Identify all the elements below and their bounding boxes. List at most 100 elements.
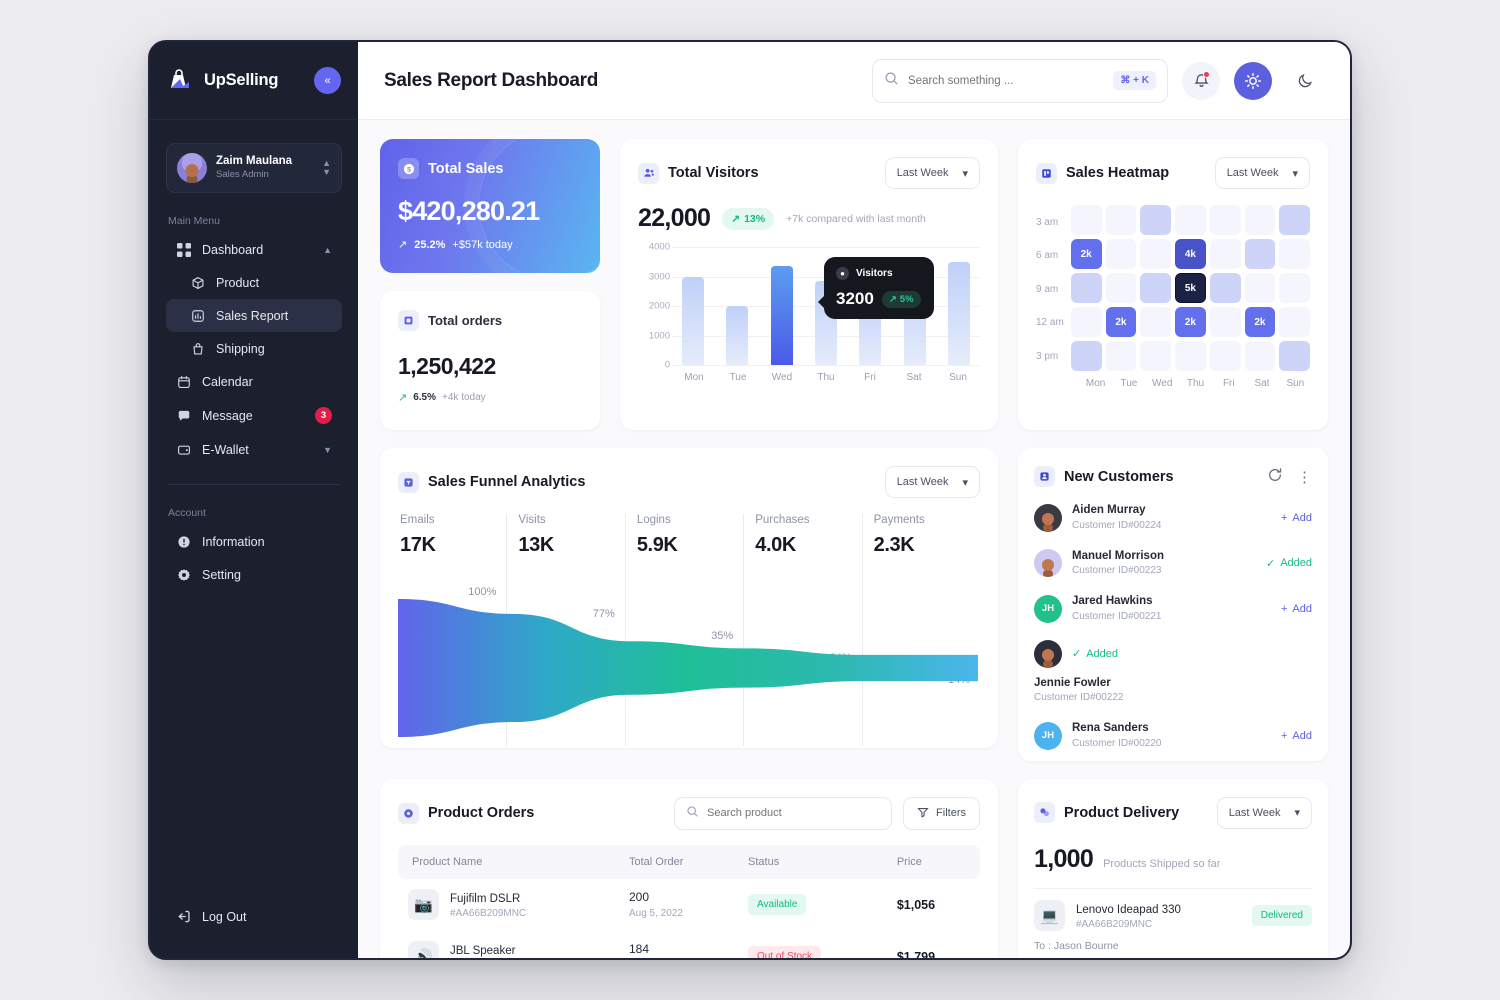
logout-button[interactable]: Log Out <box>166 900 342 933</box>
added-label: Added <box>1280 557 1312 569</box>
heatmap-cell[interactable] <box>1175 205 1206 235</box>
heatmap-cell[interactable] <box>1140 341 1171 371</box>
bar[interactable] <box>948 262 970 365</box>
heatmap-cell[interactable] <box>1279 239 1310 269</box>
sidebar-item-setting[interactable]: Setting <box>166 558 342 591</box>
customer-row[interactable]: Jennie FowlerCustomer ID#00222✓Added <box>1034 640 1312 706</box>
refresh-icon[interactable] <box>1267 467 1283 487</box>
heatmap-cell[interactable]: 2k <box>1106 307 1137 337</box>
sidebar-item-calendar[interactable]: Calendar <box>166 365 342 398</box>
heatmap-cell[interactable] <box>1245 205 1276 235</box>
sidebar-item-information[interactable]: Information <box>166 525 342 558</box>
heatmap-cell[interactable]: 2k <box>1071 239 1102 269</box>
chevron-updown-icon[interactable]: ▲ ▼ <box>322 159 331 177</box>
delivery-range-dropdown[interactable]: Last Week ▾ <box>1217 797 1312 829</box>
heatmap-cell[interactable] <box>1279 273 1310 303</box>
bar-column[interactable] <box>761 247 803 365</box>
page-title: Sales Report Dashboard <box>384 70 858 92</box>
global-search[interactable]: ⌘ + K <box>872 59 1168 103</box>
notifications-button[interactable] <box>1182 62 1220 100</box>
customers-title-group: New Customers <box>1034 466 1174 487</box>
heatmap-cell[interactable] <box>1140 273 1171 303</box>
customer-row[interactable]: Aiden MurrayCustomer ID#00224+Add <box>1034 503 1312 533</box>
heatmap-cell[interactable]: 2k <box>1245 307 1276 337</box>
heatmap-cell[interactable] <box>1140 205 1171 235</box>
heatmap-range-dropdown[interactable]: Last Week ▾ <box>1215 157 1310 189</box>
customer-name: Jennie Fowler <box>1034 676 1312 692</box>
heatmap-cell[interactable] <box>1140 239 1171 269</box>
customer-row[interactable]: JHRena SandersCustomer ID#00220+Add <box>1034 721 1312 751</box>
heatmap-cell[interactable] <box>1245 239 1276 269</box>
sidebar-item-dashboard[interactable]: Dashboard ▲ <box>166 233 342 266</box>
status-badge: Available <box>748 894 806 915</box>
delivery-header: Product Delivery Last Week ▾ <box>1034 797 1312 829</box>
chevron-down-icon[interactable]: ▼ <box>323 445 332 455</box>
more-vertical-icon[interactable]: ⋮ <box>1297 468 1312 486</box>
product-search-input[interactable] <box>707 807 880 819</box>
sidebar-item-e-wallet[interactable]: E-Wallet ▼ <box>166 433 342 466</box>
total-orders-header: Total orders <box>398 310 582 331</box>
heatmap-cell[interactable] <box>1071 205 1102 235</box>
product-search[interactable] <box>674 797 892 830</box>
bar[interactable] <box>682 277 704 366</box>
heatmap-cell[interactable] <box>1210 239 1241 269</box>
orders-dot-icon <box>398 803 419 824</box>
sidebar-item-shipping[interactable]: Shipping <box>166 332 342 365</box>
dark-mode-button[interactable] <box>1286 62 1324 100</box>
bar[interactable] <box>726 306 748 365</box>
heatmap-cell[interactable] <box>1210 341 1241 371</box>
heatmap-cell[interactable] <box>1210 205 1241 235</box>
sidebar-item-sales-report[interactable]: Sales Report <box>166 299 342 332</box>
filters-button[interactable]: Filters <box>903 797 980 830</box>
search-input[interactable] <box>908 75 1104 87</box>
heatmap-cell[interactable]: 5k <box>1175 273 1206 303</box>
add-customer-button[interactable]: +Add <box>1281 603 1312 615</box>
bar[interactable] <box>771 266 793 365</box>
table-row[interactable]: 📷Fujifilm DSLR#AA66B209MNC200Aug 5, 2022… <box>398 879 980 931</box>
filters-label: Filters <box>936 807 966 819</box>
bar-column[interactable] <box>938 247 980 365</box>
heatmap-cell[interactable] <box>1210 307 1241 337</box>
heatmap-cell[interactable] <box>1140 307 1171 337</box>
customer-row[interactable]: JHJared HawkinsCustomer ID#00221+Add <box>1034 594 1312 624</box>
heatmap-cell[interactable] <box>1106 205 1137 235</box>
heatmap-cell[interactable] <box>1071 307 1102 337</box>
sidebar-item-message[interactable]: Message 3 <box>166 398 342 433</box>
sidebar-collapse-button[interactable]: « <box>314 67 341 94</box>
add-customer-button[interactable]: +Add <box>1281 512 1312 524</box>
table-row[interactable]: 🔊JBL Speaker#AA66B209MNC184Aug 4, 2022Ou… <box>398 931 980 958</box>
customer-row[interactable]: Manuel MorrisonCustomer ID#00223✓Added <box>1034 549 1312 579</box>
heatmap-cell[interactable] <box>1106 341 1137 371</box>
delivery-row[interactable]: 💻Lenovo Ideapad 330#AA66B209MNCDelivered… <box>1034 888 1312 958</box>
customer-name: Aiden Murray <box>1072 503 1271 519</box>
bar-column[interactable] <box>716 247 758 365</box>
cell-status: Out of Stock <box>738 931 887 958</box>
heatmap-cell[interactable] <box>1071 341 1102 371</box>
heatmap-row-labels: 3 am6 am9 am12 am3 pm <box>1036 205 1064 371</box>
sidebar: UpSelling « Zaim Maulana Sales Admin ▲▼ … <box>150 42 358 958</box>
light-mode-button[interactable] <box>1234 62 1272 100</box>
heatmap-cell[interactable] <box>1071 273 1102 303</box>
heatmap-cell[interactable] <box>1175 341 1206 371</box>
bar-column[interactable] <box>672 247 714 365</box>
sidebar-item-product[interactable]: Product <box>166 266 342 299</box>
funnel-stage-value: 2.3K <box>874 534 980 557</box>
heatmap-cell[interactable] <box>1279 341 1310 371</box>
heatmap-cell[interactable] <box>1106 273 1137 303</box>
heatmap-cell[interactable] <box>1279 205 1310 235</box>
heatmap-cell[interactable] <box>1245 341 1276 371</box>
visitors-range-dropdown[interactable]: Last Week ▾ <box>885 157 980 189</box>
chevron-up-icon[interactable]: ▲ <box>323 245 332 255</box>
sidebar-item-label: Sales Report <box>216 309 332 323</box>
profile-switcher[interactable]: Zaim Maulana Sales Admin ▲▼ <box>166 143 342 193</box>
heatmap-cell[interactable]: 4k <box>1175 239 1206 269</box>
heatmap-cell[interactable]: 2k <box>1175 307 1206 337</box>
heatmap-cell[interactable] <box>1245 273 1276 303</box>
heatmap-title: Sales Heatmap <box>1066 165 1169 181</box>
add-customer-button[interactable]: +Add <box>1281 730 1312 742</box>
heatmap-cell[interactable] <box>1106 239 1137 269</box>
funnel-range-dropdown[interactable]: Last Week ▾ <box>885 466 980 498</box>
heatmap-cell[interactable] <box>1210 273 1241 303</box>
chevron-down-icon: ▾ <box>962 167 968 180</box>
heatmap-cell[interactable] <box>1279 307 1310 337</box>
